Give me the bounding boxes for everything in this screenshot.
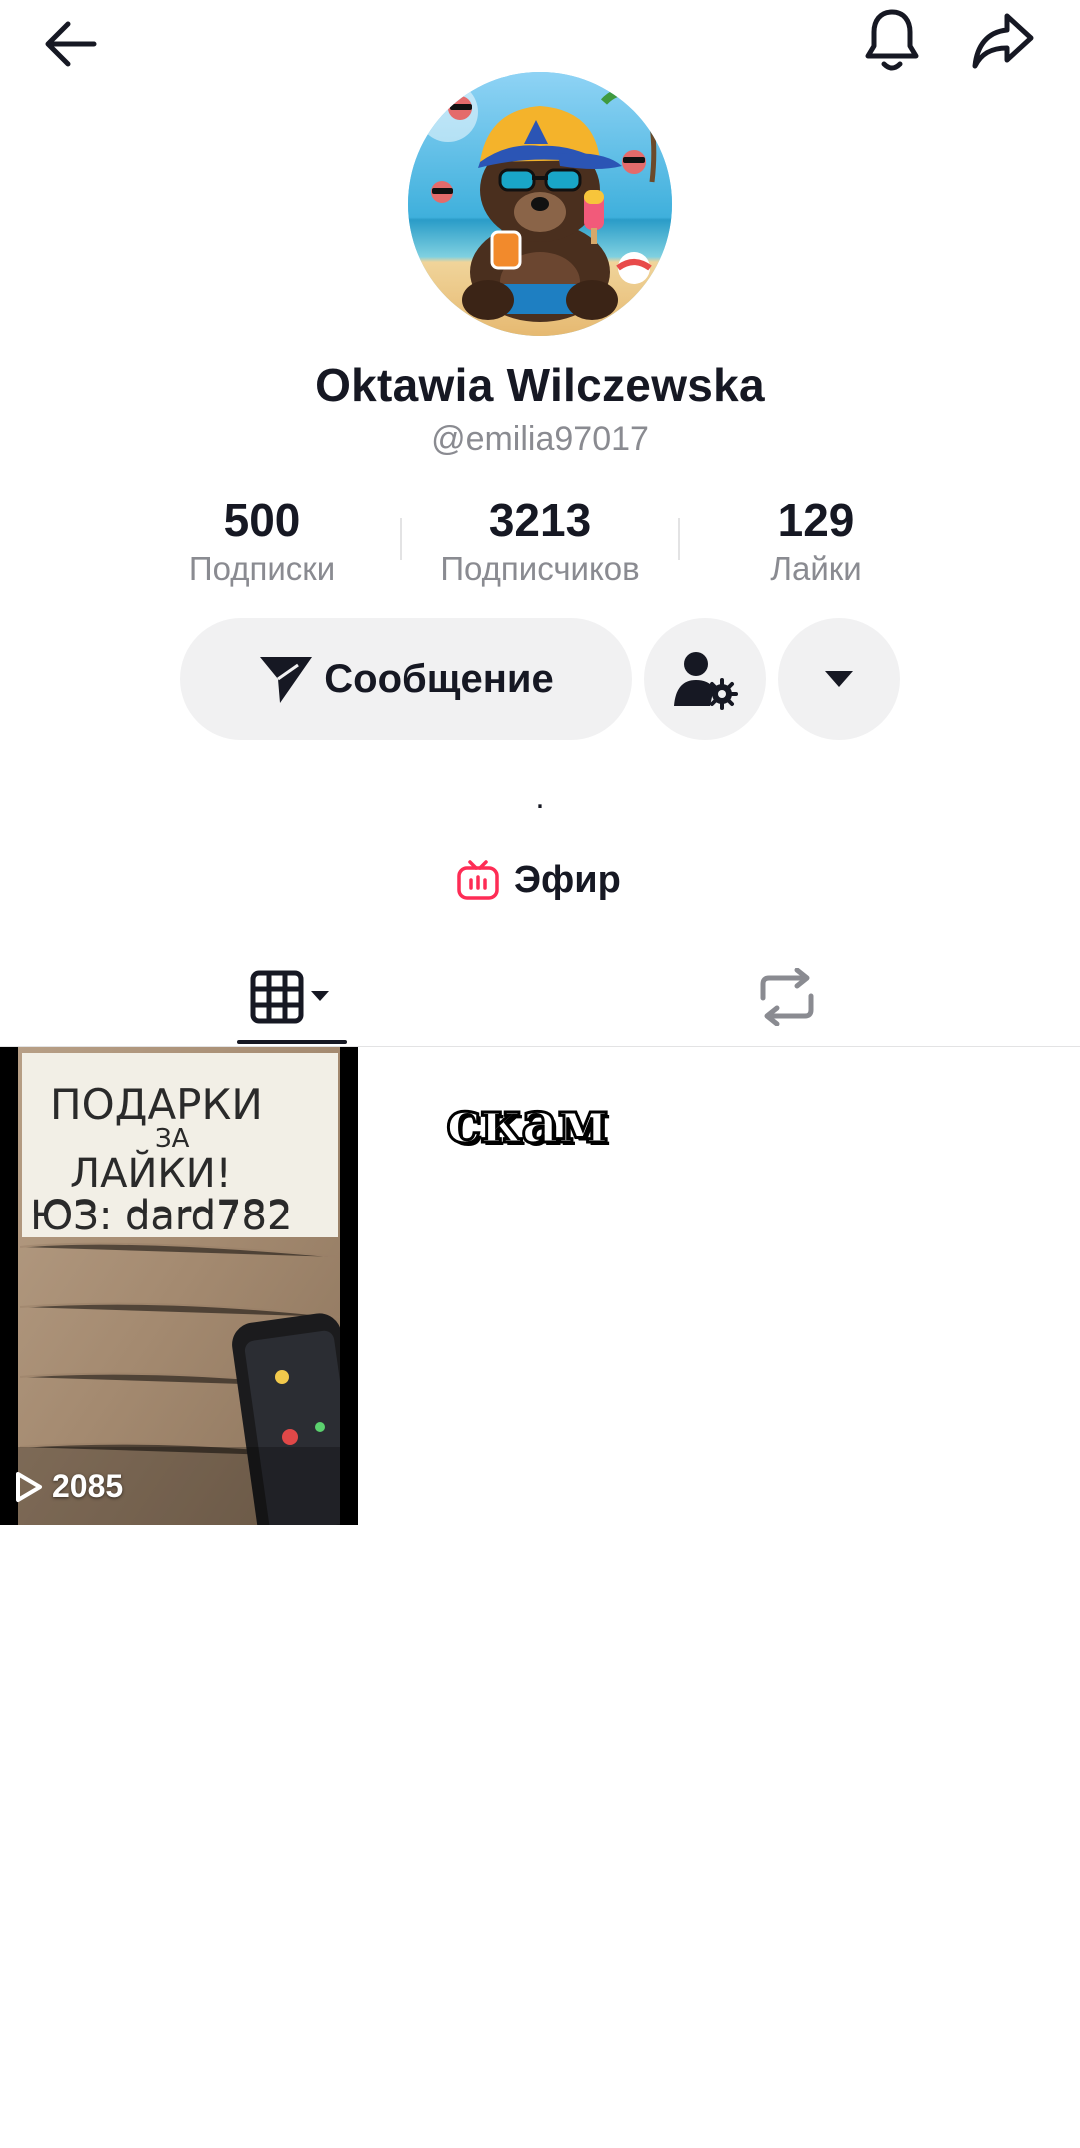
stat-likes[interactable]: 129 Лайки — [676, 494, 956, 588]
following-count: 500 — [223, 494, 301, 546]
video-view-count: 2085 — [14, 1468, 123, 1505]
tab-videos[interactable] — [236, 950, 346, 1044]
note-line-4-overlay: ЮЗ: dard782 — [30, 1193, 292, 1239]
bell-icon — [865, 9, 919, 71]
display-name: Oktawia Wilczewska — [315, 359, 765, 411]
more-options-button[interactable] — [778, 618, 900, 740]
tv-icon — [457, 860, 499, 900]
followers-count: 3213 — [488, 494, 592, 546]
tab-reposts[interactable] — [742, 950, 832, 1044]
view-count-text: 2085 — [52, 1468, 124, 1504]
caret-down-icon — [825, 671, 853, 687]
username: @emilia97017 — [431, 420, 649, 458]
likes-count: 129 — [777, 494, 855, 546]
repost-icon — [760, 968, 814, 1026]
note-line-2: ЗА — [155, 1124, 190, 1154]
tab-active-indicator — [237, 1040, 347, 1044]
message-button[interactable]: Сообщение — [180, 618, 632, 740]
likes-label: Лайки — [770, 550, 862, 587]
friend-settings-button[interactable] — [644, 618, 766, 740]
user-gear-icon — [674, 652, 738, 710]
grid-icon — [250, 970, 329, 1024]
share-button[interactable] — [960, 0, 1046, 80]
live-label: Эфир — [514, 858, 621, 901]
video-thumbnail[interactable]: ПОДАРКИ ЗА ЛАЙКИ! ЮЗ: dard782 ЮЗ: dard78… — [0, 1047, 358, 1525]
following-label: Подписки — [188, 550, 336, 587]
avatar-image — [408, 72, 672, 336]
note-line-3: ЛАЙКИ! — [70, 1149, 232, 1197]
video-preview-image: ПОДАРКИ ЗА ЛАЙКИ! ЮЗ: dard782 ЮЗ: dard78… — [0, 1047, 358, 1525]
back-button[interactable] — [28, 0, 112, 80]
note-line-1: ПОДАРКИ — [50, 1080, 263, 1129]
message-button-label: Сообщение — [324, 656, 554, 701]
live-link[interactable]: Эфир — [456, 850, 621, 910]
paper-plane-icon — [260, 657, 313, 703]
followers-label: Подписчиков — [440, 550, 640, 587]
arrow-left-icon — [45, 21, 97, 67]
stat-followers[interactable]: 3213 Подписчиков — [400, 494, 680, 588]
bio: . — [535, 778, 545, 816]
play-icon — [16, 1471, 42, 1502]
share-arrow-icon — [972, 13, 1034, 69]
notifications-button[interactable] — [852, 0, 932, 80]
stat-following[interactable]: 500 Подписки — [122, 494, 402, 588]
avatar[interactable] — [408, 72, 672, 336]
scam-sticker: скам — [444, 1087, 609, 1158]
